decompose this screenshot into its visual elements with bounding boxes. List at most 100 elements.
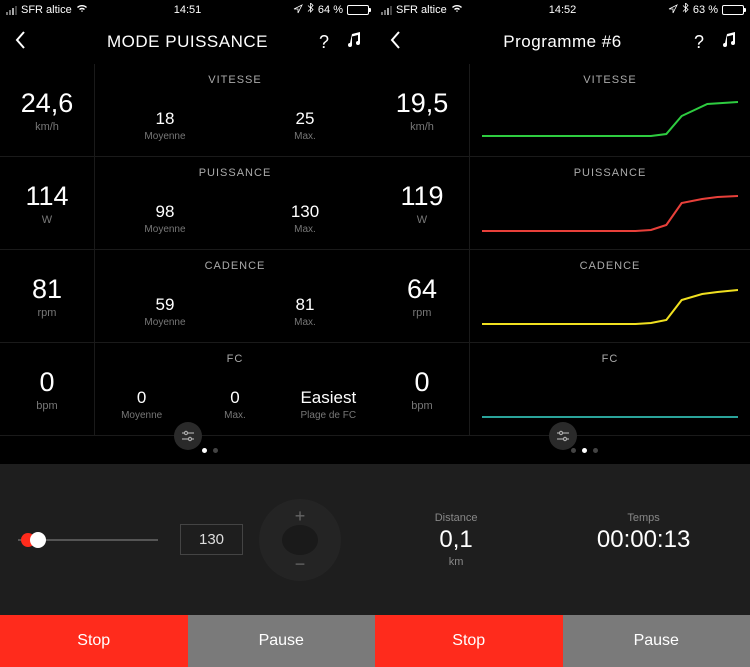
help-button[interactable]: ? <box>319 32 329 53</box>
dpad: + − <box>259 499 341 581</box>
footer: Stop Pause <box>0 615 375 667</box>
cadence-value: 64 <box>407 274 437 305</box>
puissance-value: 114 <box>25 181 68 212</box>
temps-stat: Temps 00:00:13 <box>597 512 690 568</box>
dpad-center[interactable] <box>282 525 318 555</box>
moy-label: Moyenne <box>144 131 185 142</box>
control-panel: 130 + − <box>0 464 375 615</box>
cadence-unit: rpm <box>38 307 57 319</box>
settings-button[interactable] <box>549 422 577 450</box>
metric-row-puissance: 114W PUISSANCE 98Moyenne 130Max. <box>0 157 375 250</box>
vitesse-label: VITESSE <box>208 74 261 86</box>
vitesse-unit: km/h <box>35 121 59 133</box>
page-dot[interactable] <box>202 448 207 453</box>
power-slider[interactable] <box>18 539 158 541</box>
distance-unit: km <box>449 556 464 568</box>
page-title: Programme #6 <box>503 32 621 52</box>
back-button[interactable] <box>14 30 26 54</box>
status-bar: SFR altice 14:52 63 % <box>375 0 750 20</box>
music-button[interactable] <box>347 32 361 53</box>
signal-icon <box>381 6 392 15</box>
cadence-moy: 59 <box>156 295 175 315</box>
puissance-value: 119 <box>400 181 443 212</box>
temps-label: Temps <box>627 512 659 524</box>
fc-label: FC <box>602 353 619 365</box>
stat-panel: Distance 0,1 km Temps 00:00:13 <box>375 464 750 615</box>
cadence-max: 81 <box>296 295 315 315</box>
moy-label: Moyenne <box>144 317 185 328</box>
max-label: Max. <box>224 410 246 421</box>
moy-label: Moyenne <box>121 410 162 421</box>
bluetooth-icon <box>307 3 314 17</box>
power-value[interactable]: 130 <box>180 524 243 555</box>
wifi-icon <box>76 4 88 16</box>
page-dot[interactable] <box>582 448 587 453</box>
moy-label: Moyenne <box>144 224 185 235</box>
metrics-list: 24,6 km/h VITESSE 18 Moyenne 25 Max. 114 W P… <box>0 64 375 436</box>
back-button[interactable] <box>389 30 401 54</box>
pause-button[interactable]: Pause <box>188 615 376 667</box>
page-dot[interactable] <box>571 448 576 453</box>
nav-bar: Programme #6 ? <box>375 20 750 64</box>
metric-row-puissance: 119 W PUISSANCE <box>375 157 750 250</box>
puissance-moy: 98 <box>156 202 175 222</box>
battery-icon <box>722 5 744 15</box>
vitesse-value: 24,6 <box>21 88 74 119</box>
carrier-label: SFR altice <box>396 4 447 16</box>
status-bar: SFR altice 14:51 64 % <box>0 0 375 20</box>
metric-row-cadence: 81rpm CADENCE 59Moyenne 81Max. <box>0 250 375 343</box>
fc-moy: 0 <box>137 388 146 408</box>
vitesse-chart <box>482 96 738 146</box>
carrier-label: SFR altice <box>21 4 72 16</box>
wifi-icon <box>451 4 463 16</box>
cadence-unit: rpm <box>413 307 432 319</box>
fc-max: 0 <box>230 388 239 408</box>
puissance-chart <box>482 189 738 239</box>
fc-value: 0 <box>414 367 429 398</box>
stop-button[interactable]: Stop <box>0 615 188 667</box>
puissance-max: 130 <box>291 202 319 222</box>
battery-pct: 64 % <box>318 4 343 16</box>
puissance-label: PUISSANCE <box>574 167 647 179</box>
footer: Stop Pause <box>375 615 750 667</box>
pager <box>375 436 750 464</box>
metric-row-vitesse: 19,5 km/h VITESSE <box>375 64 750 157</box>
help-button[interactable]: ? <box>694 32 704 53</box>
fc-plage: Easiest <box>300 388 356 408</box>
puissance-unit: W <box>417 214 427 226</box>
vitesse-unit: km/h <box>410 121 434 133</box>
increase-button[interactable]: + <box>295 507 306 525</box>
vitesse-value: 19,5 <box>396 88 449 119</box>
stop-button[interactable]: Stop <box>375 615 563 667</box>
phone-right: SFR altice 14:52 63 % Programme #6 ? <box>375 0 750 667</box>
puissance-unit: W <box>42 214 52 226</box>
clock: 14:51 <box>174 4 202 16</box>
cadence-chart <box>482 282 738 332</box>
vitesse-label: VITESSE <box>583 74 636 86</box>
plage-label: Plage de FC <box>301 410 357 421</box>
clock: 14:52 <box>549 4 577 16</box>
page-title: MODE PUISSANCE <box>107 32 268 52</box>
fc-label: FC <box>227 353 244 365</box>
distance-value: 0,1 <box>439 526 472 554</box>
signal-icon <box>6 6 17 15</box>
fc-unit: bpm <box>36 400 57 412</box>
decrease-button[interactable]: − <box>295 555 306 573</box>
settings-button[interactable] <box>174 422 202 450</box>
vitesse-moy: 18 <box>156 109 175 129</box>
page-dot[interactable] <box>213 448 218 453</box>
fc-unit: bpm <box>411 400 432 412</box>
battery-pct: 63 % <box>693 4 718 16</box>
slider-thumb[interactable] <box>30 532 46 548</box>
max-label: Max. <box>294 131 316 142</box>
distance-stat: Distance 0,1 km <box>435 512 478 568</box>
distance-label: Distance <box>435 512 478 524</box>
cadence-label: CADENCE <box>580 260 641 272</box>
music-button[interactable] <box>722 32 736 53</box>
fc-chart <box>482 375 738 425</box>
page-dot[interactable] <box>593 448 598 453</box>
fc-value: 0 <box>39 367 54 398</box>
vitesse-max: 25 <box>296 109 315 129</box>
temps-value: 00:00:13 <box>597 526 690 554</box>
pause-button[interactable]: Pause <box>563 615 750 667</box>
